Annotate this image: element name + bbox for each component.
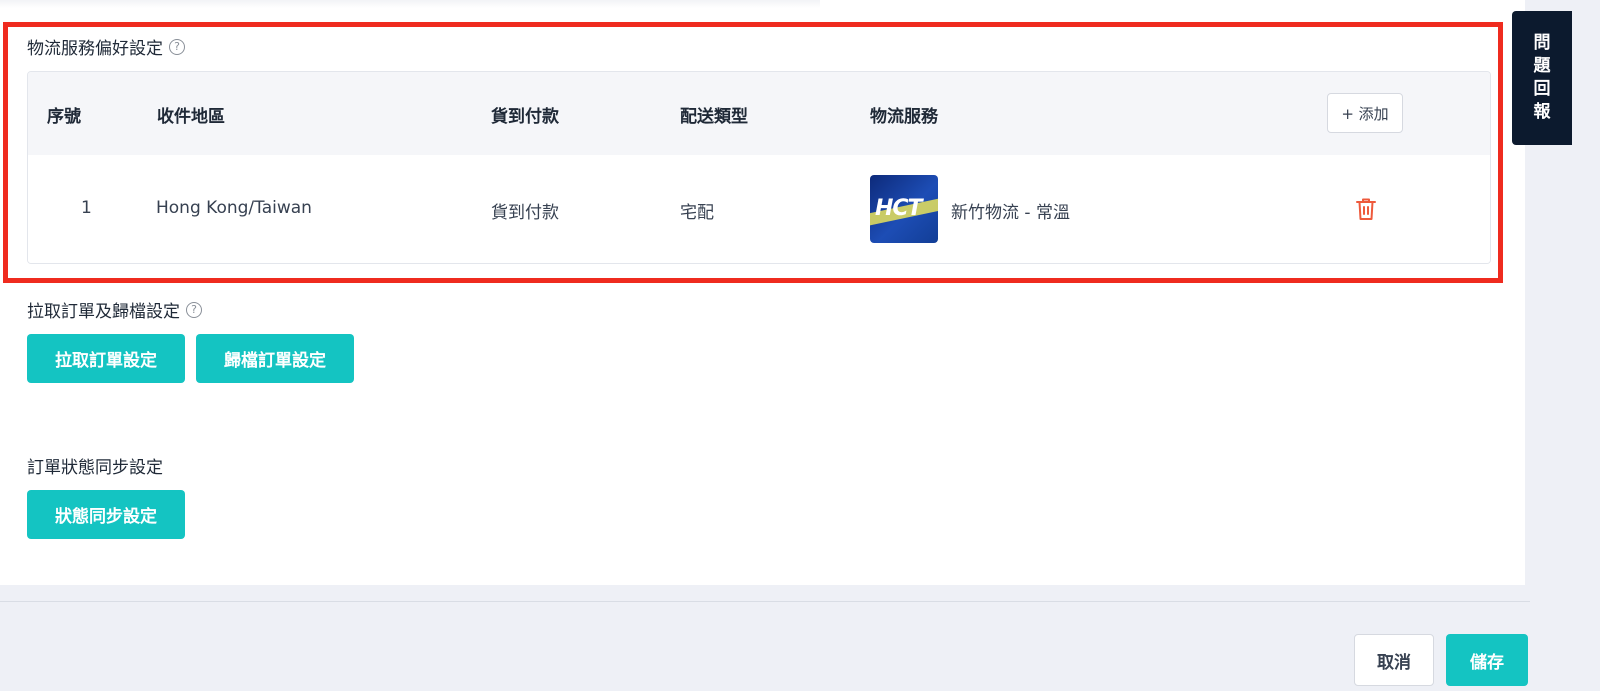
table-row: 1 Hong Kong/Taiwan 貨到付款 宅配 HCT 新竹物流 - 常溫	[28, 155, 1490, 263]
logistics-title-text: 物流服務偏好設定	[27, 39, 163, 59]
sync-title-text: 訂單狀態同步設定	[27, 458, 163, 478]
archive-order-settings-button[interactable]: 歸檔訂單設定	[196, 334, 354, 383]
top-strip	[0, 0, 1525, 22]
row-delivery-type: 宅配	[680, 203, 714, 223]
settings-card: 物流服務偏好設定 ? 序號 收件地區 貨到付款 配送類型 物流服務 + 添加 1…	[0, 22, 1525, 585]
row-service: 新竹物流 - 常溫	[951, 203, 1070, 223]
help-icon[interactable]: ?	[186, 301, 202, 318]
col-header-index: 序號	[47, 107, 81, 127]
footer-divider	[0, 601, 1530, 602]
row-index: 1	[81, 198, 92, 218]
col-header-service: 物流服務	[870, 107, 938, 127]
trash-icon[interactable]	[1355, 197, 1377, 221]
hct-logo: HCT	[870, 175, 938, 243]
feedback-tab[interactable]: 問 題 回 報	[1512, 11, 1572, 145]
pull-order-settings-button[interactable]: 拉取訂單設定	[27, 334, 185, 383]
row-cod: 貨到付款	[491, 203, 559, 223]
add-row-button[interactable]: + 添加	[1327, 93, 1403, 133]
top-shadow	[0, 0, 820, 8]
logistics-table: 序號 收件地區 貨到付款 配送類型 物流服務 + 添加 1 Hong Kong/…	[27, 71, 1491, 264]
row-region: Hong Kong/Taiwan	[156, 198, 312, 218]
order-title-text: 拉取訂單及歸檔設定	[27, 302, 180, 322]
logo-text: HCT	[875, 196, 923, 221]
logistics-section-title: 物流服務偏好設定 ?	[27, 34, 185, 59]
feedback-char: 題	[1533, 56, 1551, 76]
help-icon[interactable]: ?	[169, 38, 185, 55]
col-header-region: 收件地區	[157, 107, 225, 127]
cancel-button[interactable]: 取消	[1354, 634, 1434, 686]
sync-section-title: 訂單狀態同步設定	[27, 453, 163, 478]
status-sync-settings-button[interactable]: 狀態同步設定	[27, 490, 185, 539]
feedback-char: 報	[1533, 102, 1551, 122]
feedback-char: 回	[1533, 79, 1551, 99]
table-header: 序號 收件地區 貨到付款 配送類型 物流服務 + 添加	[28, 72, 1490, 156]
order-section-title: 拉取訂單及歸檔設定 ?	[27, 297, 202, 322]
col-header-delivery-type: 配送類型	[680, 107, 748, 127]
col-header-cod: 貨到付款	[491, 107, 559, 127]
save-button[interactable]: 儲存	[1446, 634, 1528, 686]
feedback-char: 問	[1533, 33, 1551, 53]
